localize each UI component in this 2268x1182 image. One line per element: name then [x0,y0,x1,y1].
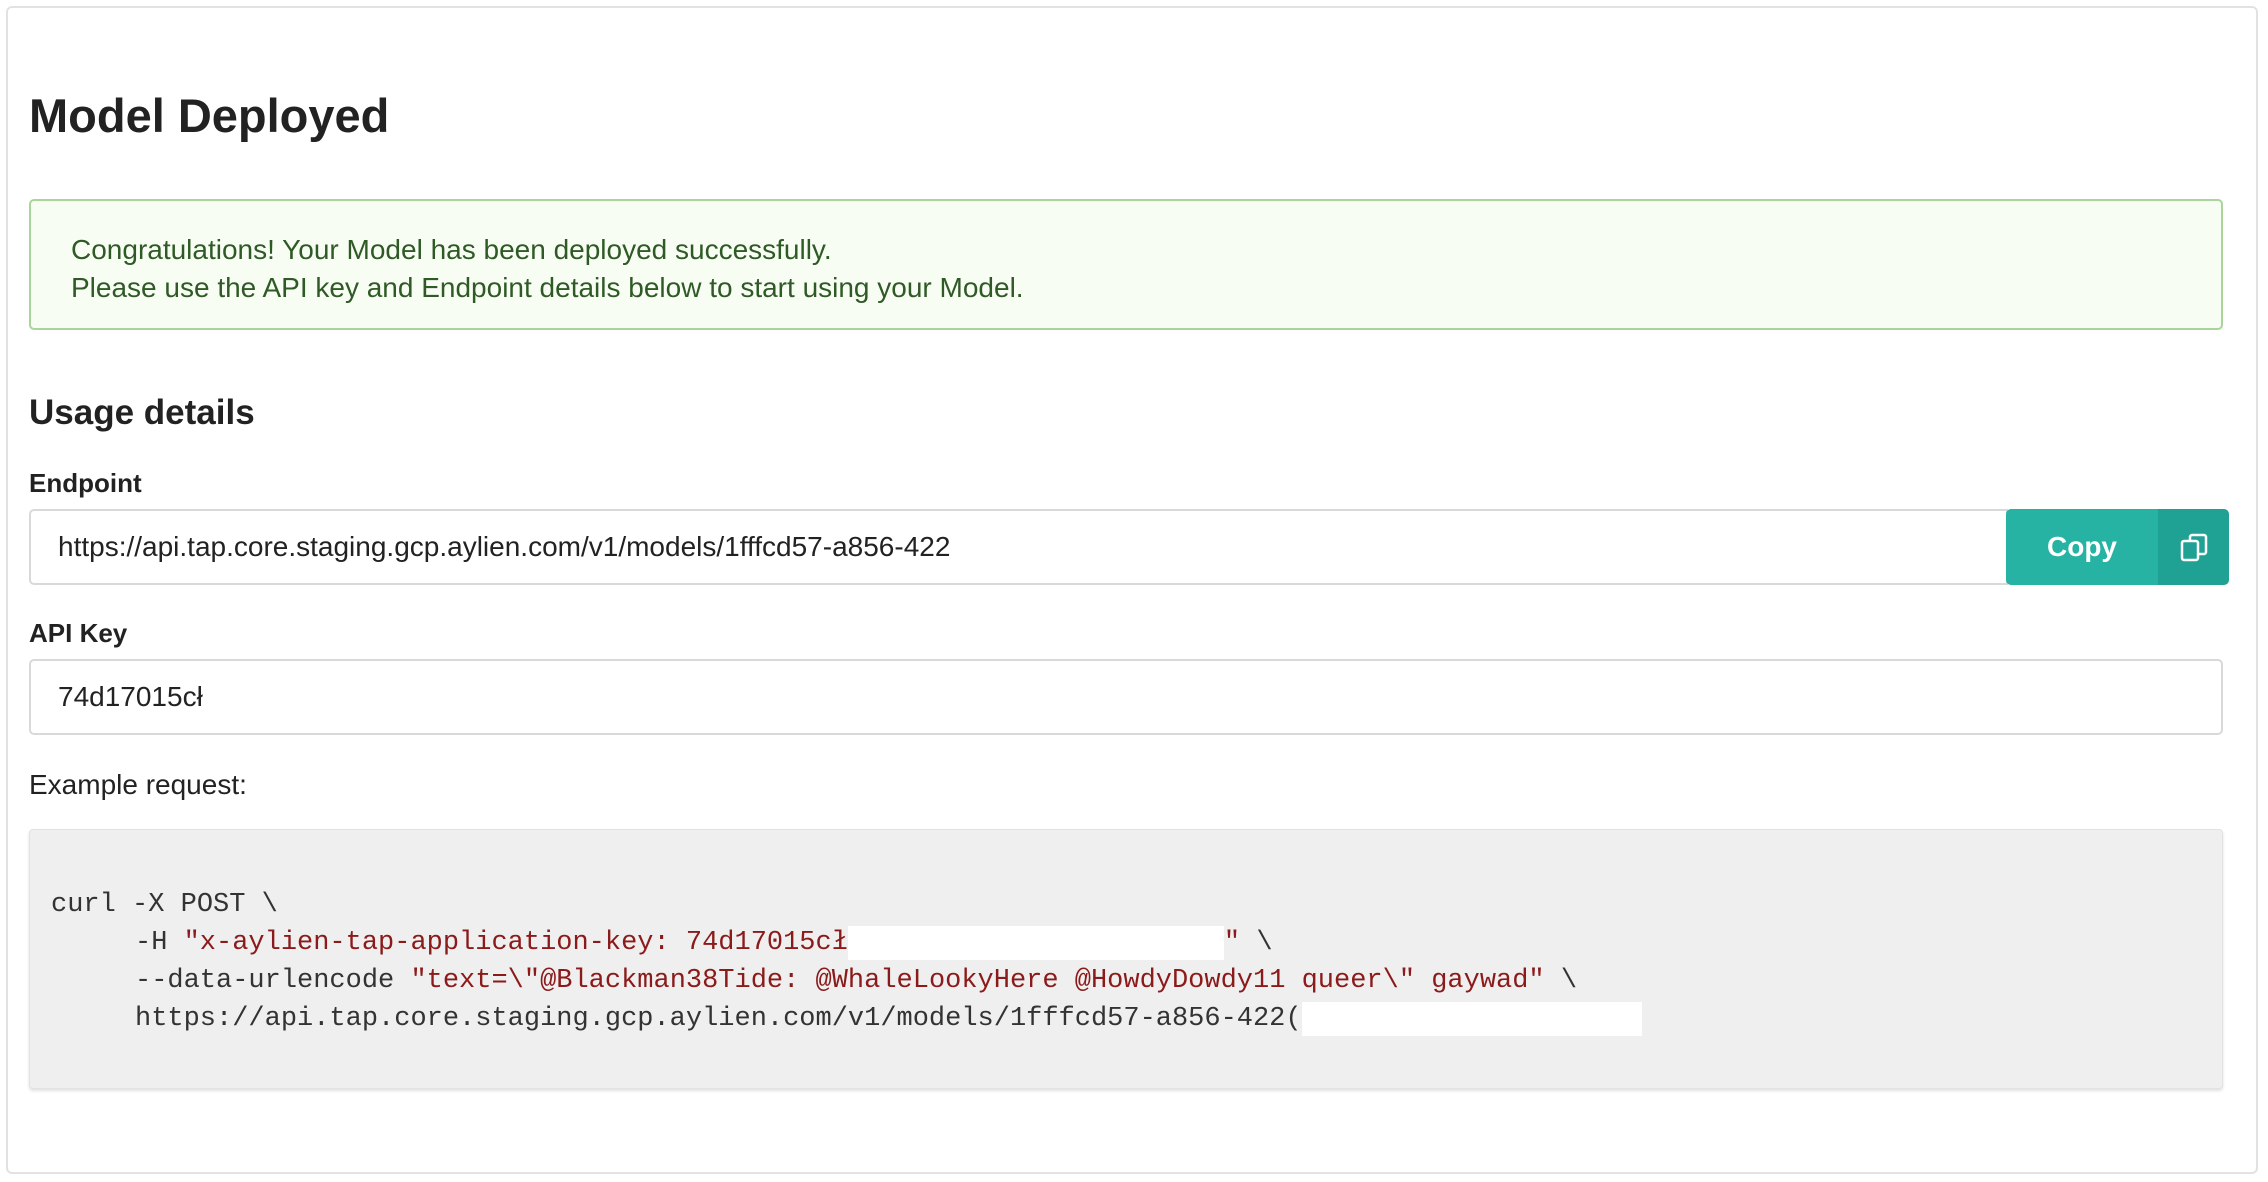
copy-icon [2180,533,2208,562]
code-line-2: -H "x-aylien-tap-application-key: 74d170… [135,924,1273,962]
api-key-input[interactable] [58,661,1958,733]
page-title: Model Deployed [29,89,390,142]
code-line-3: --data-urlencode "text=\"@Blackman38Tide… [135,962,1577,1000]
endpoint-input[interactable] [58,511,1958,583]
redaction-block [1301,1002,1642,1036]
code-header-flag: -H [135,928,184,958]
endpoint-label: Endpoint [29,468,142,498]
code-url: https://api.tap.core.staging.gcp.aylien.… [135,1004,1302,1034]
code-line-continuation: \ [1544,966,1578,996]
code-line-1: curl -X POST \ [51,886,278,924]
code-header-string: "x-aylien-tap-application-key: 74d17015c… [183,928,848,958]
copy-icon-button[interactable] [2158,509,2229,585]
code-data-string: "text=\"@Blackman38Tide: @WhaleLookyHere… [410,966,1545,996]
api-key-label: API Key [29,618,128,648]
code-data-flag: --data-urlencode [135,966,411,996]
alert-line-2: Please use the API key and Endpoint deta… [71,272,1024,303]
code-line-4: https://api.tap.core.staging.gcp.aylien.… [135,1000,1642,1038]
alert-line-1: Congratulations! Your Model has been dep… [71,234,832,265]
endpoint-field[interactable] [29,509,2008,585]
code-line-continuation: \ [1240,928,1273,958]
redaction-block [847,926,1224,960]
code-header-string-end: " [1223,928,1241,958]
example-code-block: curl -X POST \ -H "x-aylien-tap-applicat… [29,829,2223,1089]
example-request-label: Example request: [29,769,247,800]
code-curl: curl -X POST \ [51,890,278,920]
api-key-field[interactable] [29,659,2223,735]
usage-details-heading: Usage details [29,393,255,432]
copy-button[interactable]: Copy [2006,509,2158,585]
success-alert: Congratulations! Your Model has been dep… [29,199,2223,330]
